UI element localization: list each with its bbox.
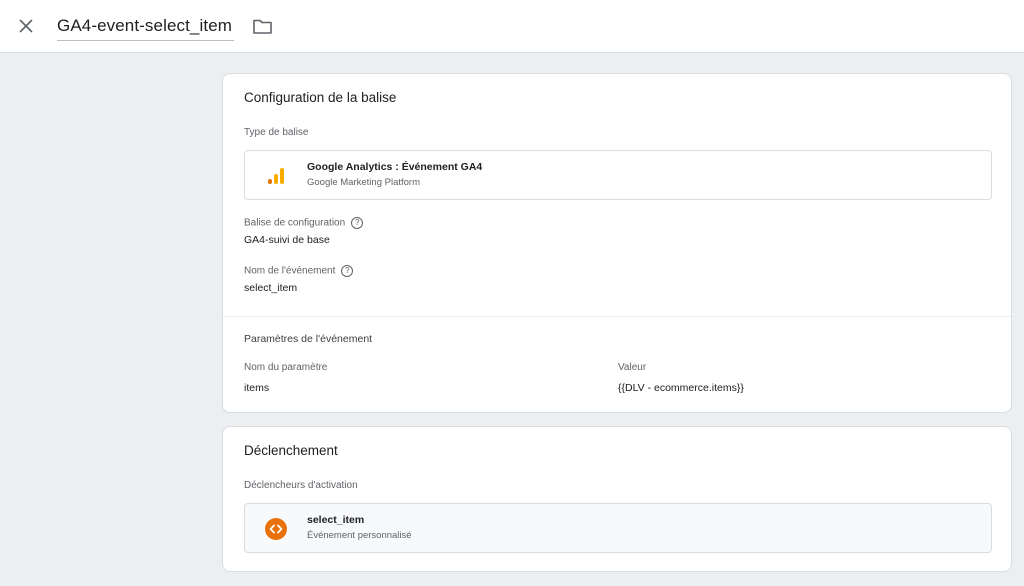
tag-type-name: Google Analytics : Événement GA4 — [307, 161, 483, 173]
top-bar: GA4-event-select_item — [0, 0, 1024, 53]
close-button[interactable] — [14, 14, 38, 38]
config-tag-value: GA4-suivi de base — [244, 234, 330, 246]
firing-triggers-label: Déclencheurs d'activation — [244, 480, 358, 491]
analytics-bars-icon — [268, 168, 284, 184]
event-params-title: Paramètres de l'événement — [244, 333, 373, 345]
tag-type-label: Type de balise — [244, 127, 309, 138]
folder-button[interactable] — [251, 15, 273, 37]
tag-type-tile[interactable]: Google Analytics : Événement GA4 Google … — [244, 150, 992, 200]
custom-event-icon — [265, 518, 287, 540]
tag-configuration-title: Configuration de la balise — [244, 90, 397, 105]
folder-icon — [252, 19, 272, 34]
param-name-header: Nom du paramètre — [244, 362, 328, 373]
help-icon[interactable]: ? — [341, 265, 354, 277]
trigger-tile[interactable]: select_item Événement personnalisé — [244, 503, 992, 553]
event-name-label: Nom de l'événement — [244, 265, 336, 277]
config-tag-label-row: Balise de configuration? — [244, 217, 364, 229]
triggering-title: Déclenchement — [244, 443, 338, 458]
trigger-type: Événement personnalisé — [307, 530, 412, 541]
tag-name-title[interactable]: GA4-event-select_item — [57, 14, 235, 41]
config-tag-label: Balise de configuration — [244, 217, 346, 229]
section-divider — [223, 316, 1011, 317]
help-icon[interactable]: ? — [351, 217, 364, 229]
param-name-cell: items — [244, 382, 270, 394]
event-name-value: select_item — [244, 282, 298, 294]
trigger-name: select_item — [307, 514, 365, 526]
event-name-label-row: Nom de l'événement? — [244, 265, 354, 277]
close-icon — [19, 19, 33, 33]
tag-type-provider: Google Marketing Platform — [307, 177, 420, 188]
triggering-card[interactable]: Déclenchement Déclencheurs d'activation … — [222, 426, 1012, 572]
tag-configuration-card[interactable]: Configuration de la balise Type de balis… — [222, 73, 1012, 413]
param-value-cell: {{DLV - ecommerce.items}} — [618, 382, 744, 394]
param-value-header: Valeur — [618, 362, 647, 373]
